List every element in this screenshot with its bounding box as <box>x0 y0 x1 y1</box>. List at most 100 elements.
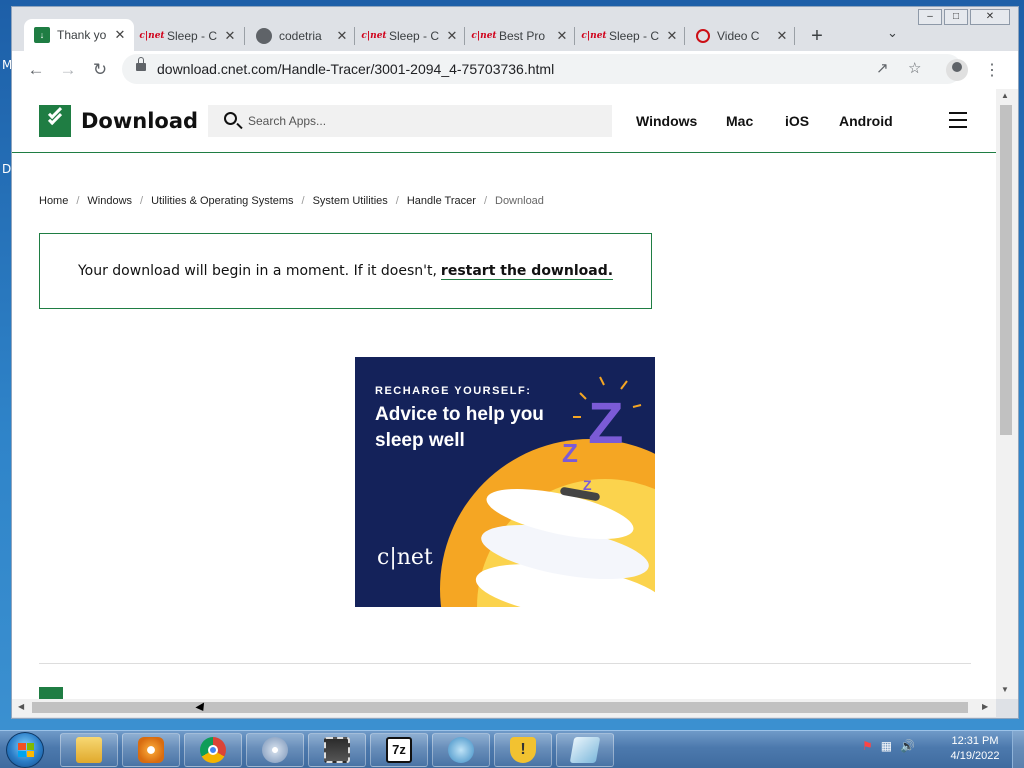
lock-icon <box>136 57 146 71</box>
cnet-favicon-icon: c|net <box>471 31 497 41</box>
scroll-right-arrow-icon[interactable]: ▶ <box>982 702 988 711</box>
taskbar-network-app[interactable] <box>432 733 490 767</box>
nav-ios[interactable]: iOS <box>785 113 809 129</box>
taskbar-7zip[interactable]: 7z <box>370 733 428 767</box>
new-tab-plus-icon[interactable]: + <box>807 25 827 48</box>
shield-warning-icon: ! <box>510 737 536 763</box>
tab-title: Sleep - C <box>389 29 440 43</box>
tab-codetria[interactable]: codetria ✕ <box>246 21 356 51</box>
download-notice: Your download will begin in a moment. If… <box>39 233 652 309</box>
breadcrumb-utilities[interactable]: Utilities & Operating Systems <box>151 195 293 207</box>
address-bar[interactable]: download.cnet.com/Handle-Tracer/3001-209… <box>122 54 962 84</box>
tab-sleep-1[interactable]: c|net Sleep - C ✕ <box>134 21 244 51</box>
scroll-up-arrow-icon[interactable]: ▲ <box>1001 91 1009 100</box>
clock-date: 4/19/2022 <box>950 750 1000 762</box>
close-tab-icon[interactable]: ✕ <box>774 28 790 44</box>
system-tray: ⚑ ▦ 🔊 <box>862 739 915 753</box>
minimize-icon[interactable]: – <box>918 9 942 25</box>
tab-title: Sleep - C <box>609 29 660 43</box>
forward-arrow-icon[interactable]: → <box>56 58 80 82</box>
nav-windows[interactable]: Windows <box>636 113 697 129</box>
nav-mac[interactable]: Mac <box>726 113 753 129</box>
close-tab-icon[interactable]: ✕ <box>334 28 350 44</box>
browser-toolbar: ← → ↻ download.cnet.com/Handle-Tracer/30… <box>12 51 1018 89</box>
back-arrow-icon[interactable]: ← <box>24 58 48 82</box>
ad-banner[interactable]: Z Z Z RECHARGE YOURSELF: Advice to help … <box>355 357 655 607</box>
breadcrumb-separator: / <box>483 195 487 207</box>
section-divider <box>39 663 971 664</box>
nav-android[interactable]: Android <box>839 113 893 129</box>
tab-thank-you[interactable]: ↓ Thank yo ✕ <box>24 19 134 51</box>
tab-separator <box>464 27 465 45</box>
globe-favicon-icon <box>256 28 272 44</box>
breadcrumb-separator: / <box>301 195 305 207</box>
tab-sleep-2[interactable]: c|net Sleep - C ✕ <box>356 21 466 51</box>
horizontal-scroll-thumb[interactable] <box>32 702 968 713</box>
taskbar-security-app[interactable]: ! <box>494 733 552 767</box>
page-viewport: Download Windows Mac iOS Android Home / … <box>12 89 996 699</box>
start-button[interactable] <box>6 732 44 768</box>
action-center-flag-icon[interactable]: ⚑ <box>862 739 873 753</box>
vertical-scrollbar[interactable]: ▲ ▼ <box>996 89 1018 699</box>
profile-avatar-icon[interactable] <box>946 59 968 81</box>
taskbar-dvd-app[interactable] <box>246 733 304 767</box>
cnet-favicon-icon: c|net <box>361 31 387 41</box>
cnet-favicon-icon: c|net <box>139 31 165 41</box>
breadcrumb-separator: / <box>140 195 144 207</box>
breadcrumb-system-utilities[interactable]: System Utilities <box>313 195 388 207</box>
download-logo-icon <box>39 687 63 699</box>
breadcrumb-separator: / <box>395 195 399 207</box>
ad-headline: Advice to help you sleep well <box>375 404 544 451</box>
vertical-scroll-thumb[interactable] <box>1000 105 1012 435</box>
tab-sleep-3[interactable]: c|net Sleep - C ✕ <box>576 21 686 51</box>
site-header: Download Windows Mac iOS Android <box>12 89 996 153</box>
tab-title: Video C <box>717 29 760 43</box>
breadcrumb-windows[interactable]: Windows <box>87 195 132 207</box>
restart-download-link[interactable]: restart the download. <box>440 263 614 280</box>
breadcrumb-separator: / <box>76 195 80 207</box>
breadcrumb-home[interactable]: Home <box>39 195 68 207</box>
taskbar-file-explorer[interactable] <box>60 733 118 767</box>
close-tab-icon[interactable]: ✕ <box>554 28 570 44</box>
maximize-icon[interactable]: □ <box>944 9 968 25</box>
taskbar-media-player[interactable] <box>122 733 180 767</box>
taskbar-chrome[interactable] <box>184 733 242 767</box>
reload-icon[interactable]: ↻ <box>88 58 112 82</box>
close-tab-icon[interactable]: ✕ <box>444 28 460 44</box>
tab-best-pro[interactable]: c|net Best Pro ✕ <box>466 21 576 51</box>
search-box[interactable] <box>208 105 612 137</box>
show-desktop-button[interactable] <box>1012 731 1024 768</box>
close-tab-icon[interactable]: ✕ <box>664 28 680 44</box>
window-close-icon[interactable]: ✕ <box>970 9 1010 25</box>
close-tab-icon[interactable]: ✕ <box>222 28 238 44</box>
scroll-left-arrow-icon[interactable]: ◀ <box>18 702 24 711</box>
tab-strip: ↓ Thank yo ✕ c|net Sleep - C ✕ codetria … <box>12 7 1018 51</box>
volume-icon[interactable]: 🔊 <box>900 739 915 753</box>
ad-cnet-logo: c|net <box>377 545 433 570</box>
share-icon[interactable]: ↗ <box>876 59 889 77</box>
horizontal-scrollbar[interactable]: ◀ ▶ <box>12 699 996 717</box>
taskbar: 7z ! ⚑ ▦ 🔊 12:31 PM 4/19/2022 <box>0 730 1024 768</box>
download-logo[interactable]: Download <box>39 104 198 137</box>
tab-video[interactable]: Video C ✕ <box>686 21 796 51</box>
tab-separator <box>574 27 575 45</box>
search-icon <box>224 112 237 125</box>
taskbar-notepad-app[interactable] <box>556 733 614 767</box>
scroll-down-arrow-icon[interactable]: ▼ <box>1001 685 1009 694</box>
network-icon[interactable]: ▦ <box>881 739 892 753</box>
browser-window: ↓ Thank yo ✕ c|net Sleep - C ✕ codetria … <box>11 6 1019 719</box>
bookmark-star-icon[interactable]: ☆ <box>908 59 921 77</box>
system-clock[interactable]: 12:31 PM 4/19/2022 <box>944 734 1006 764</box>
tab-title: codetria <box>279 29 322 43</box>
disc-icon <box>262 737 288 763</box>
tab-search-chevron-icon[interactable]: ⌄ <box>887 25 898 41</box>
browser-menu-icon[interactable]: ⋮ <box>984 60 1000 80</box>
tab-separator <box>794 27 795 45</box>
close-tab-icon[interactable]: ✕ <box>112 27 128 43</box>
tab-title: Sleep - C <box>167 29 218 43</box>
7zip-icon: 7z <box>386 737 412 763</box>
breadcrumb-handle-tracer[interactable]: Handle Tracer <box>407 195 476 207</box>
taskbar-film-editor[interactable] <box>308 733 366 767</box>
search-input[interactable] <box>248 105 598 137</box>
hamburger-menu-icon[interactable] <box>949 112 967 128</box>
